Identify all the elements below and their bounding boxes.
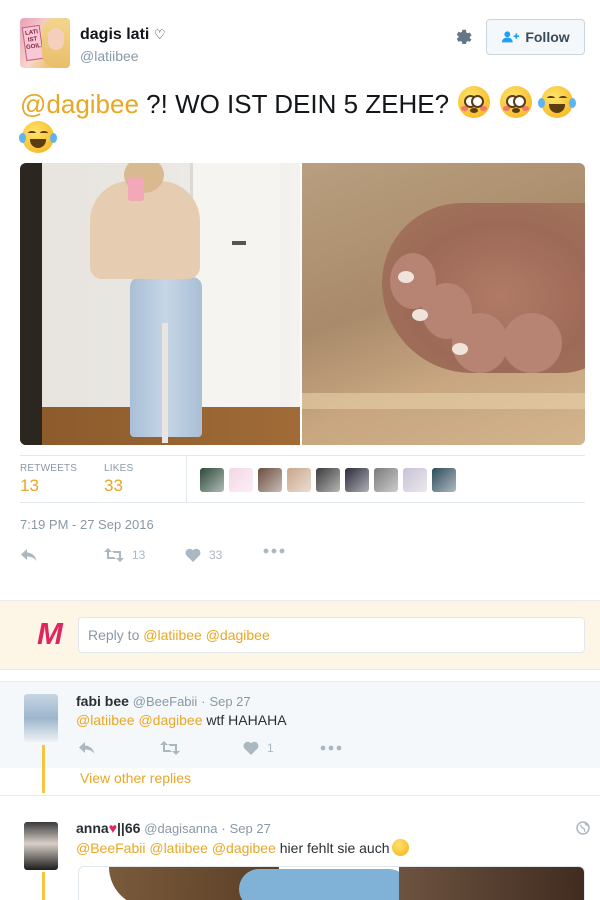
liker-avatar[interactable]	[287, 468, 311, 492]
reply-more-action[interactable]	[320, 745, 342, 751]
flushed-face-emoji-icon	[458, 86, 491, 118]
flushed-face-emoji-icon	[499, 86, 532, 118]
reply-input[interactable]: Reply to @latiibee @dagibee	[78, 617, 585, 653]
liker-avatar[interactable]	[258, 468, 282, 492]
thread-line	[42, 745, 45, 793]
author-name[interactable]: dagis lati ♡	[80, 26, 165, 44]
like-action[interactable]: 33	[185, 548, 222, 562]
author-handle[interactable]: @latiibee	[80, 48, 139, 64]
tears-of-joy-emoji-icon	[537, 86, 576, 118]
add-user-icon	[502, 31, 520, 43]
liker-avatar[interactable]	[316, 468, 340, 492]
liker-avatar[interactable]	[345, 468, 369, 492]
retweet-icon	[160, 741, 180, 755]
more-dots-icon	[263, 548, 285, 554]
grinning-sweat-emoji-icon	[391, 839, 409, 856]
reply-action[interactable]	[20, 548, 38, 562]
tweet-card: LATI IST GOIL dagis lati ♡ @latiibee Fol…	[0, 0, 600, 600]
heart-outline-icon: ♡	[153, 27, 166, 42]
gear-icon[interactable]	[452, 27, 474, 49]
more-dots-icon	[320, 745, 342, 751]
heart-icon	[243, 741, 259, 755]
m-logo-icon: M	[37, 616, 63, 651]
thread-line	[42, 872, 45, 900]
liker-avatars	[200, 468, 456, 492]
reply-media[interactable]	[78, 866, 585, 900]
heart-emoji-icon: ♥	[108, 820, 117, 836]
retweet-icon	[104, 548, 124, 562]
follow-button[interactable]: Follow	[486, 19, 585, 55]
toes-closeup-photo[interactable]	[302, 163, 585, 445]
liker-avatar[interactable]	[374, 468, 398, 492]
reply-text: @BeeFabii @latiibee @dagibee hier fehlt …	[76, 839, 409, 856]
tears-of-joy-emoji-icon	[19, 121, 57, 153]
reply-retweet-action[interactable]	[160, 741, 180, 755]
tweet-media[interactable]	[20, 163, 585, 445]
liker-avatar[interactable]	[403, 468, 427, 492]
tweet-text: @dagibee ?! WO IST DEIN 5 ZEHE?	[19, 86, 585, 156]
reply-author[interactable]: anna♥||66 @dagisanna · Sep 27	[76, 820, 271, 836]
reply-text: @latiibee @dagibee wtf HAHAHA	[76, 712, 287, 728]
reply-tweet[interactable]: fabi bee @BeeFabii · Sep 27 @latiibee @d…	[0, 681, 600, 768]
more-action[interactable]	[263, 548, 285, 554]
liker-avatar[interactable]	[200, 468, 224, 492]
globe-icon[interactable]	[576, 821, 590, 835]
reply-avatar[interactable]	[24, 694, 58, 742]
heart-icon	[185, 548, 201, 562]
reply-author[interactable]: fabi bee @BeeFabii · Sep 27	[76, 693, 251, 709]
reply-icon	[79, 742, 95, 754]
reply-icon	[21, 549, 37, 561]
liker-avatar[interactable]	[432, 468, 456, 492]
author-avatar[interactable]: LATI IST GOIL	[20, 18, 70, 68]
reply-avatar[interactable]	[24, 822, 58, 870]
mention-link[interactable]: @dagibee	[20, 89, 139, 119]
retweet-action[interactable]: 13	[104, 548, 145, 562]
likes-stat[interactable]: LIKES 33	[104, 463, 133, 496]
liker-avatar[interactable]	[229, 468, 253, 492]
retweets-stat[interactable]: RETWEETS 13	[20, 463, 77, 496]
view-other-replies-link[interactable]: View other replies	[80, 770, 191, 786]
tweet-stats: RETWEETS 13 LIKES 33	[20, 455, 585, 503]
reply-reply-action[interactable]	[78, 741, 96, 755]
tweet-timestamp[interactable]: 7:19 PM - 27 Sep 2016	[20, 517, 154, 532]
reply-like-action[interactable]: 1	[243, 741, 274, 755]
avatar-sign: LATI IST GOIL	[21, 24, 45, 62]
mirror-selfie-photo[interactable]	[20, 163, 300, 445]
